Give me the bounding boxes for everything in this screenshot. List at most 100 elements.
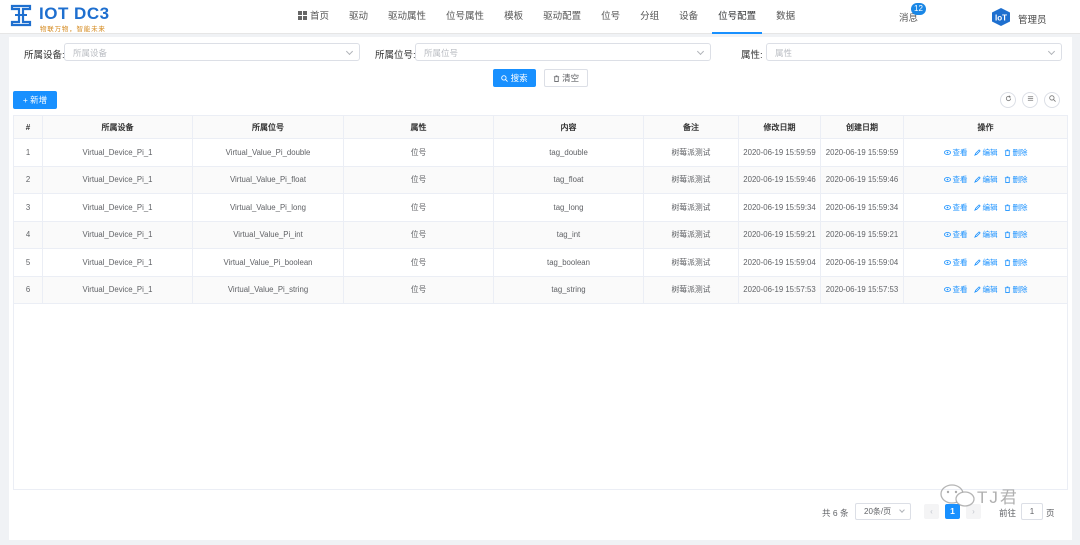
clear-button-label: 清空 [562,73,580,83]
column-header: 内容 [494,116,644,138]
delete-button[interactable]: 删除 [1004,229,1028,240]
cell-point: Virtual_Value_Pi_float [193,166,344,193]
cell-device: Virtual_Device_Pi_1 [43,249,193,276]
page-size-select[interactable]: 20条/页 [855,503,911,520]
cell-created: 2020-06-19 15:59:59 [821,139,904,166]
page-suffix: 页 [1046,508,1055,518]
delete-button[interactable]: 删除 [1004,147,1028,158]
edit-button[interactable]: 编辑 [973,257,998,268]
edit-button[interactable]: 编辑 [973,284,998,295]
device-filter-label: 所属设备: [24,50,65,61]
edit-button[interactable]: 编辑 [973,202,998,213]
point-select-placeholder: 所属位号 [424,48,459,58]
view-button[interactable]: 查看 [943,284,968,295]
cell-content: tag_double [494,139,644,166]
edit-label: 编辑 [982,202,998,212]
eye-icon [943,287,951,293]
view-button[interactable]: 查看 [943,202,968,213]
view-button[interactable]: 查看 [943,147,968,158]
nav-item-point-config[interactable]: 位号配置 [708,0,766,34]
cell-actions: 查看 编辑 删除 [904,277,1067,304]
cell-attribute: 位号 [344,249,494,276]
point-select[interactable]: 所属位号 [415,43,711,61]
cell-content: tag_long [494,194,644,221]
edit-button[interactable]: 编辑 [973,147,998,158]
cell-point: Virtual_Value_Pi_string [193,276,344,303]
cell-point: Virtual_Value_Pi_long [193,194,344,221]
cell-updated: 2020-06-19 15:59:21 [739,221,821,248]
nav-item-label: 首页 [310,11,330,22]
edit-button[interactable]: 编辑 [973,229,998,240]
toggle-search-button[interactable] [1044,92,1060,108]
cell-index: 6 [14,276,43,303]
cell-created: 2020-06-19 15:59:34 [821,194,904,221]
table-row: 2 Virtual_Device_Pi_1 Virtual_Value_Pi_flo… [14,166,1067,194]
cell-index: 1 [14,139,43,166]
columns-icon [1027,96,1033,101]
add-button[interactable]: + 新增 [13,91,57,109]
chevron-down-icon [1047,47,1056,56]
columns-button[interactable] [1022,92,1038,108]
cell-created: 2020-06-19 15:59:04 [821,249,904,276]
nav-item-home[interactable]: 首页 [288,0,339,34]
delete-label: 删除 [1012,202,1028,212]
clear-button[interactable]: 清空 [544,69,588,87]
edit-icon [973,149,981,156]
cell-actions: 查看 编辑 删除 [904,194,1067,221]
delete-label: 删除 [1012,257,1028,267]
device-select[interactable]: 所属设备 [64,43,360,61]
search-button[interactable]: 搜索 [493,69,536,87]
delete-button[interactable]: 删除 [1004,284,1028,295]
eye-icon [943,204,951,210]
nav-item-driver-attribute[interactable]: 驱动属性 [378,0,436,34]
cell-actions: 查看 编辑 删除 [904,139,1067,166]
delete-button[interactable]: 删除 [1004,202,1028,213]
pagination-total: 共 6 条 [822,508,849,518]
column-header: 备注 [644,116,739,138]
nav-item-profile[interactable]: 模板 [494,0,533,34]
logo[interactable]: IOT DC3 物联万物，智能未来 [9,3,129,33]
view-button[interactable]: 查看 [943,174,968,185]
nav-item-point-attribute[interactable]: 位号属性 [436,0,494,34]
eye-icon [943,177,951,183]
nav-item-driver-config[interactable]: 驱动配置 [533,0,591,34]
cell-remark: 树莓派测试 [644,166,739,193]
logo-mark-icon [10,4,32,27]
delete-button[interactable]: 删除 [1004,174,1028,185]
table-header: # 所属设备 所属位号 属性 内容 备注 修改日期 创建日期 操作 [14,116,1067,139]
edit-icon [973,286,981,294]
cell-actions: 查看 编辑 删除 [904,222,1067,249]
cell-remark: 树莓派测试 [644,194,739,221]
main-nav: 首页 驱动 驱动属性 位号属性 模板 驱动配置 位号 分组 设备 位号配置 数据 [288,0,805,34]
nav-item-group[interactable]: 分组 [630,0,669,34]
edit-label: 编辑 [982,147,998,157]
nav-item-device[interactable]: 设备 [669,0,708,34]
goto-label: 前往 [999,508,1017,518]
delete-button[interactable]: 删除 [1004,257,1028,268]
goto-page-input[interactable]: 1 [1021,503,1043,520]
cell-device: Virtual_Device_Pi_1 [43,139,193,166]
edit-button[interactable]: 编辑 [973,174,998,185]
nav-item-point[interactable]: 位号 [591,0,630,34]
table-row: 3 Virtual_Device_Pi_1 Virtual_Value_Pi_lon… [14,194,1067,222]
column-header: # [14,116,43,138]
user-avatar-icon[interactable]: IoT [990,7,1012,27]
column-header: 所属设备 [43,116,193,138]
user-name[interactable]: 管理员 [1018,12,1047,26]
chevron-down-icon [696,47,705,56]
page-size-value: 20条/页 [864,507,892,516]
view-label: 查看 [952,147,968,157]
refresh-button[interactable] [1000,92,1016,108]
grid-icon [298,11,307,20]
view-button[interactable]: 查看 [943,257,968,268]
cell-created: 2020-06-19 15:59:21 [821,221,904,248]
attribute-select[interactable]: 属性 [766,43,1062,61]
svg-text:IoT: IoT [995,14,1007,23]
watermark-text: TJ君 [977,488,1019,507]
eye-icon [943,149,951,155]
nav-item-driver[interactable]: 驱动 [339,0,378,34]
nav-item-data[interactable]: 数据 [766,0,805,34]
view-button[interactable]: 查看 [943,229,968,240]
column-header: 所属位号 [193,116,344,138]
column-header: 属性 [344,116,494,138]
